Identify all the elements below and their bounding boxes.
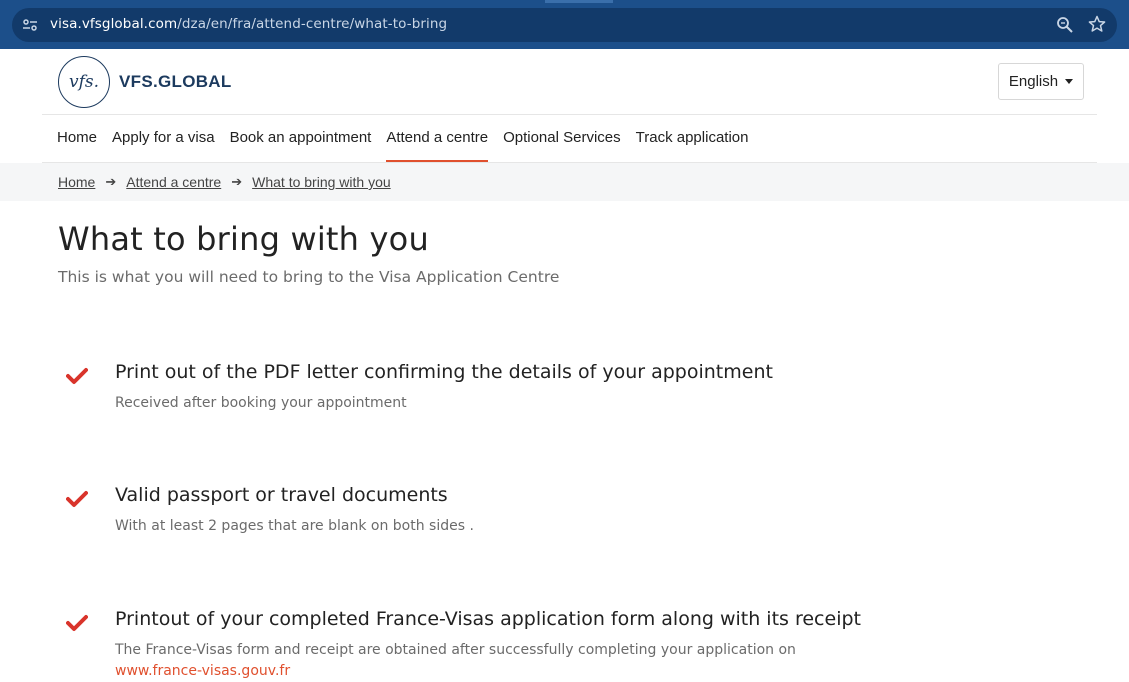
logo-text: VFS.GLOBAL [119, 72, 232, 91]
logo-mark: vfs. [58, 56, 110, 108]
breadcrumb-attend-centre[interactable]: Attend a centre [126, 174, 221, 190]
caret-down-icon [1065, 79, 1074, 84]
arrow-right-icon: ➔ [231, 174, 243, 189]
breadcrumb-bar: Home ➔ Attend a centre ➔ What to bring w… [0, 163, 1129, 201]
tab-strip-hint [545, 0, 613, 3]
nav-item-book-appointment[interactable]: Book an appointment [230, 115, 372, 162]
url-host: visa.vfsglobal.com [50, 16, 178, 32]
url-path: /dza/en/fra/attend-centre/what-to-bring [177, 16, 448, 32]
breadcrumb-home[interactable]: Home [58, 174, 95, 190]
star-icon[interactable] [1088, 15, 1106, 33]
france-visas-link[interactable]: www.france-visas.gouv.fr [115, 663, 290, 679]
nav-item-track-application[interactable]: Track application [636, 115, 749, 162]
nav-item-optional-services[interactable]: Optional Services [503, 115, 621, 162]
breadcrumb-current[interactable]: What to bring with you [252, 174, 391, 190]
language-label: English [1008, 73, 1059, 90]
item-title: Printout of your completed France-Visas … [115, 608, 861, 630]
browser-toolbar: visa.vfsglobal.com/dza/en/fra/attend-cen… [0, 0, 1129, 49]
breadcrumb: Home ➔ Attend a centre ➔ What to bring w… [58, 174, 391, 190]
language-selector[interactable]: English [998, 63, 1084, 100]
url-text[interactable]: visa.vfsglobal.com/dza/en/fra/attend-cen… [50, 16, 447, 32]
main-nav: Home Apply for a visa Book an appointmen… [57, 115, 763, 162]
address-bar[interactable]: visa.vfsglobal.com/dza/en/fra/attend-cen… [12, 8, 1117, 42]
item-desc: The France-Visas form and receipt are ob… [115, 640, 796, 682]
arrow-right-icon: ➔ [105, 174, 117, 189]
check-icon [66, 491, 88, 507]
check-icon [66, 368, 88, 384]
item-title: Valid passport or travel documents [115, 484, 448, 506]
item-desc-text: The France-Visas form and receipt are ob… [115, 642, 796, 658]
page-subtitle: This is what you will need to bring to t… [58, 268, 560, 286]
nav-item-apply-for-visa[interactable]: Apply for a visa [112, 115, 215, 162]
zoom-icon[interactable] [1056, 16, 1074, 34]
site-info-icon[interactable] [22, 17, 38, 33]
nav-item-attend-centre[interactable]: Attend a centre [386, 115, 488, 162]
nav-item-home[interactable]: Home [57, 115, 97, 162]
item-title: Print out of the PDF letter confirming t… [115, 361, 773, 383]
item-desc: Received after booking your appointment [115, 395, 407, 411]
page-title: What to bring with you [58, 220, 429, 258]
check-icon [66, 615, 88, 631]
vfs-logo[interactable]: vfs. VFS.GLOBAL [58, 56, 232, 108]
item-desc: With at least 2 pages that are blank on … [115, 518, 474, 534]
